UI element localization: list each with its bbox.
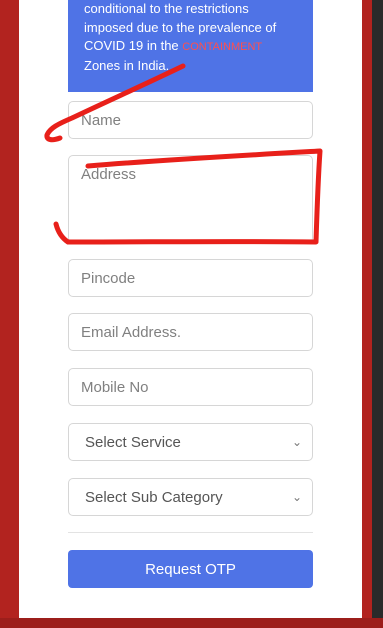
notice-box: conditional to the restrictions imposed … xyxy=(68,0,313,92)
email-field[interactable]: Email Address. xyxy=(68,313,313,351)
notice-line-3-text: COVID 19 in the xyxy=(84,38,183,53)
service-select[interactable]: Select Service ⌄ xyxy=(68,423,313,461)
notice-line-4: Zones in India. xyxy=(84,57,170,73)
request-otp-button[interactable]: Request OTP xyxy=(68,550,313,588)
notice-line-2: imposed due to the prevalence of xyxy=(84,19,277,35)
subcategory-select[interactable]: Select Sub Category ⌄ xyxy=(68,478,313,516)
chevron-down-icon: ⌄ xyxy=(291,490,302,504)
mobile-field[interactable]: Mobile No xyxy=(68,368,313,406)
notice-line-3: COVID 19 in the CONTAINMENT xyxy=(84,37,297,57)
left-frame-bar xyxy=(0,0,19,628)
address-placeholder: Address xyxy=(81,166,137,183)
right-frame-edge xyxy=(372,0,383,628)
notice-line-1: conditional to the restrictions xyxy=(84,1,249,16)
form-divider xyxy=(68,532,313,533)
pincode-field[interactable]: Pincode xyxy=(68,259,313,297)
name-placeholder: Name xyxy=(81,111,122,129)
address-field[interactable]: Address xyxy=(68,155,313,243)
email-placeholder: Email Address. xyxy=(81,323,182,341)
bottom-frame-strip xyxy=(0,618,383,628)
service-select-label: Select Service xyxy=(85,433,181,451)
mobile-placeholder: Mobile No xyxy=(81,378,149,396)
pincode-placeholder: Pincode xyxy=(81,269,136,287)
chevron-down-icon: ⌄ xyxy=(291,435,302,449)
subcategory-select-label: Select Sub Category xyxy=(85,488,223,506)
containment-highlight: CONTAINMENT xyxy=(182,41,263,53)
name-field[interactable]: Name xyxy=(68,101,313,139)
